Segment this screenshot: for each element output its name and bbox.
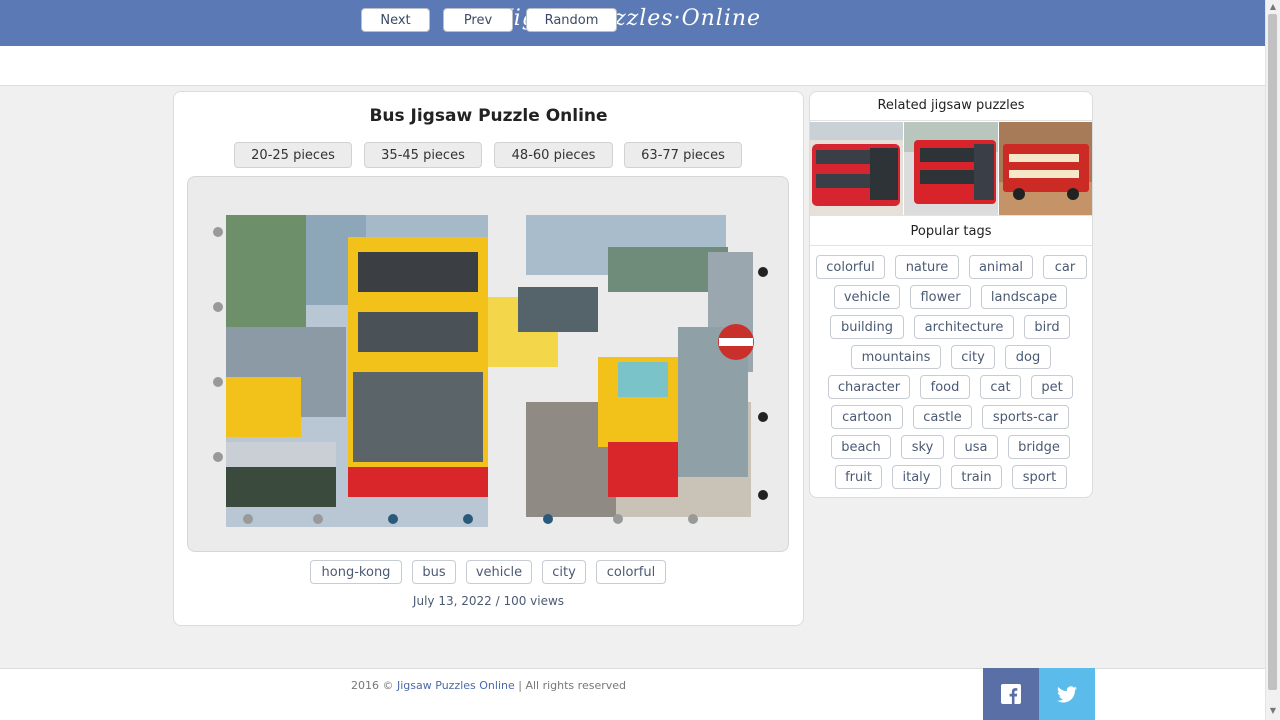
puzzle-board[interactable] bbox=[187, 176, 789, 552]
site-logo[interactable]: JigsawPuzzles·Online bbox=[0, 6, 1265, 31]
popular-tag[interactable]: city bbox=[951, 345, 995, 369]
tag-bus[interactable]: bus bbox=[412, 560, 456, 584]
pieces-option-35-45[interactable]: 35-45 pieces bbox=[364, 142, 482, 168]
popular-tag[interactable]: vehicle bbox=[834, 285, 900, 309]
facebook-share-button[interactable] bbox=[983, 668, 1039, 720]
popular-tag[interactable]: bridge bbox=[1008, 435, 1070, 459]
popular-tag[interactable]: train bbox=[951, 465, 1002, 489]
related-puzzle-thumb[interactable] bbox=[904, 122, 998, 215]
popular-tag[interactable]: sport bbox=[1012, 465, 1067, 489]
tag-city[interactable]: city bbox=[542, 560, 586, 584]
related-heading: Related jigsaw puzzles bbox=[877, 98, 1025, 113]
footer-site-link[interactable]: Jigsaw Puzzles Online bbox=[397, 679, 515, 692]
related-puzzle-thumb[interactable] bbox=[999, 122, 1092, 215]
popular-tag[interactable]: cat bbox=[980, 375, 1021, 399]
scrollbar-thumb[interactable] bbox=[1268, 14, 1277, 690]
tag-hong-kong[interactable]: hong-kong bbox=[310, 560, 402, 584]
popular-tag[interactable]: usa bbox=[954, 435, 998, 459]
popular-tag[interactable]: mountains bbox=[851, 345, 941, 369]
puzzle-views: 100 views bbox=[503, 594, 565, 608]
popular-tag[interactable]: colorful bbox=[816, 255, 885, 279]
popular-tag[interactable]: character bbox=[828, 375, 910, 399]
copyright-rights: | All rights reserved bbox=[518, 679, 626, 692]
pieces-option-20-25[interactable]: 20-25 pieces bbox=[234, 142, 352, 168]
tag-colorful[interactable]: colorful bbox=[596, 560, 666, 584]
random-button[interactable]: Random bbox=[526, 8, 617, 32]
popular-tag[interactable]: car bbox=[1043, 255, 1087, 279]
popular-tag[interactable]: sports-car bbox=[982, 405, 1069, 429]
puzzle-meta: July 13, 2022 / 100 views bbox=[173, 594, 804, 608]
prev-button[interactable]: Prev bbox=[443, 8, 513, 32]
pieces-option-63-77[interactable]: 63-77 pieces bbox=[624, 142, 742, 168]
popular-tag[interactable]: fruit bbox=[835, 465, 882, 489]
popular-tag[interactable]: sky bbox=[901, 435, 944, 459]
puzzle-right-cluster[interactable] bbox=[518, 215, 768, 524]
popular-tag[interactable]: animal bbox=[969, 255, 1033, 279]
scroll-up-icon[interactable]: ▲ bbox=[1266, 0, 1280, 14]
popular-tag[interactable]: dog bbox=[1005, 345, 1051, 369]
facebook-icon bbox=[1001, 684, 1021, 704]
sidebar-divider bbox=[810, 245, 1092, 246]
popular-tag[interactable]: nature bbox=[895, 255, 959, 279]
tag-vehicle[interactable]: vehicle bbox=[466, 560, 532, 584]
popular-tag[interactable]: pet bbox=[1031, 375, 1073, 399]
popular-tag[interactable]: castle bbox=[913, 405, 972, 429]
related-puzzle-thumb[interactable] bbox=[810, 122, 903, 215]
copyright-year: 2016 © bbox=[351, 679, 394, 692]
page-title: Bus Jigsaw Puzzle Online bbox=[369, 106, 608, 126]
twitter-icon bbox=[1057, 685, 1077, 702]
puzzle-image[interactable] bbox=[188, 177, 789, 552]
sidebar-divider bbox=[810, 120, 1092, 121]
popular-tag[interactable]: flower bbox=[910, 285, 971, 309]
popular-tag[interactable]: bird bbox=[1024, 315, 1070, 339]
pieces-option-48-60[interactable]: 48-60 pieces bbox=[494, 142, 613, 168]
scroll-down-icon[interactable]: ▼ bbox=[1266, 704, 1280, 718]
popular-tag[interactable]: food bbox=[920, 375, 970, 399]
popular-tag[interactable]: landscape bbox=[981, 285, 1067, 309]
twitter-share-button[interactable] bbox=[1039, 668, 1095, 720]
next-button[interactable]: Next bbox=[361, 8, 430, 32]
popular-tag[interactable]: cartoon bbox=[831, 405, 903, 429]
puzzle-left-cluster[interactable] bbox=[213, 215, 558, 527]
sidebar-divider bbox=[810, 215, 1092, 216]
popular-tag[interactable]: italy bbox=[892, 465, 941, 489]
nav-bar bbox=[0, 46, 1265, 86]
popular-tag[interactable]: building bbox=[830, 315, 904, 339]
popular-tag[interactable]: architecture bbox=[914, 315, 1014, 339]
copyright: 2016 © Jigsaw Puzzles Online | All right… bbox=[351, 679, 626, 692]
puzzle-date: July 13, 2022 bbox=[412, 594, 492, 608]
popular-tags-heading: Popular tags bbox=[910, 224, 992, 239]
popular-tag[interactable]: beach bbox=[831, 435, 891, 459]
